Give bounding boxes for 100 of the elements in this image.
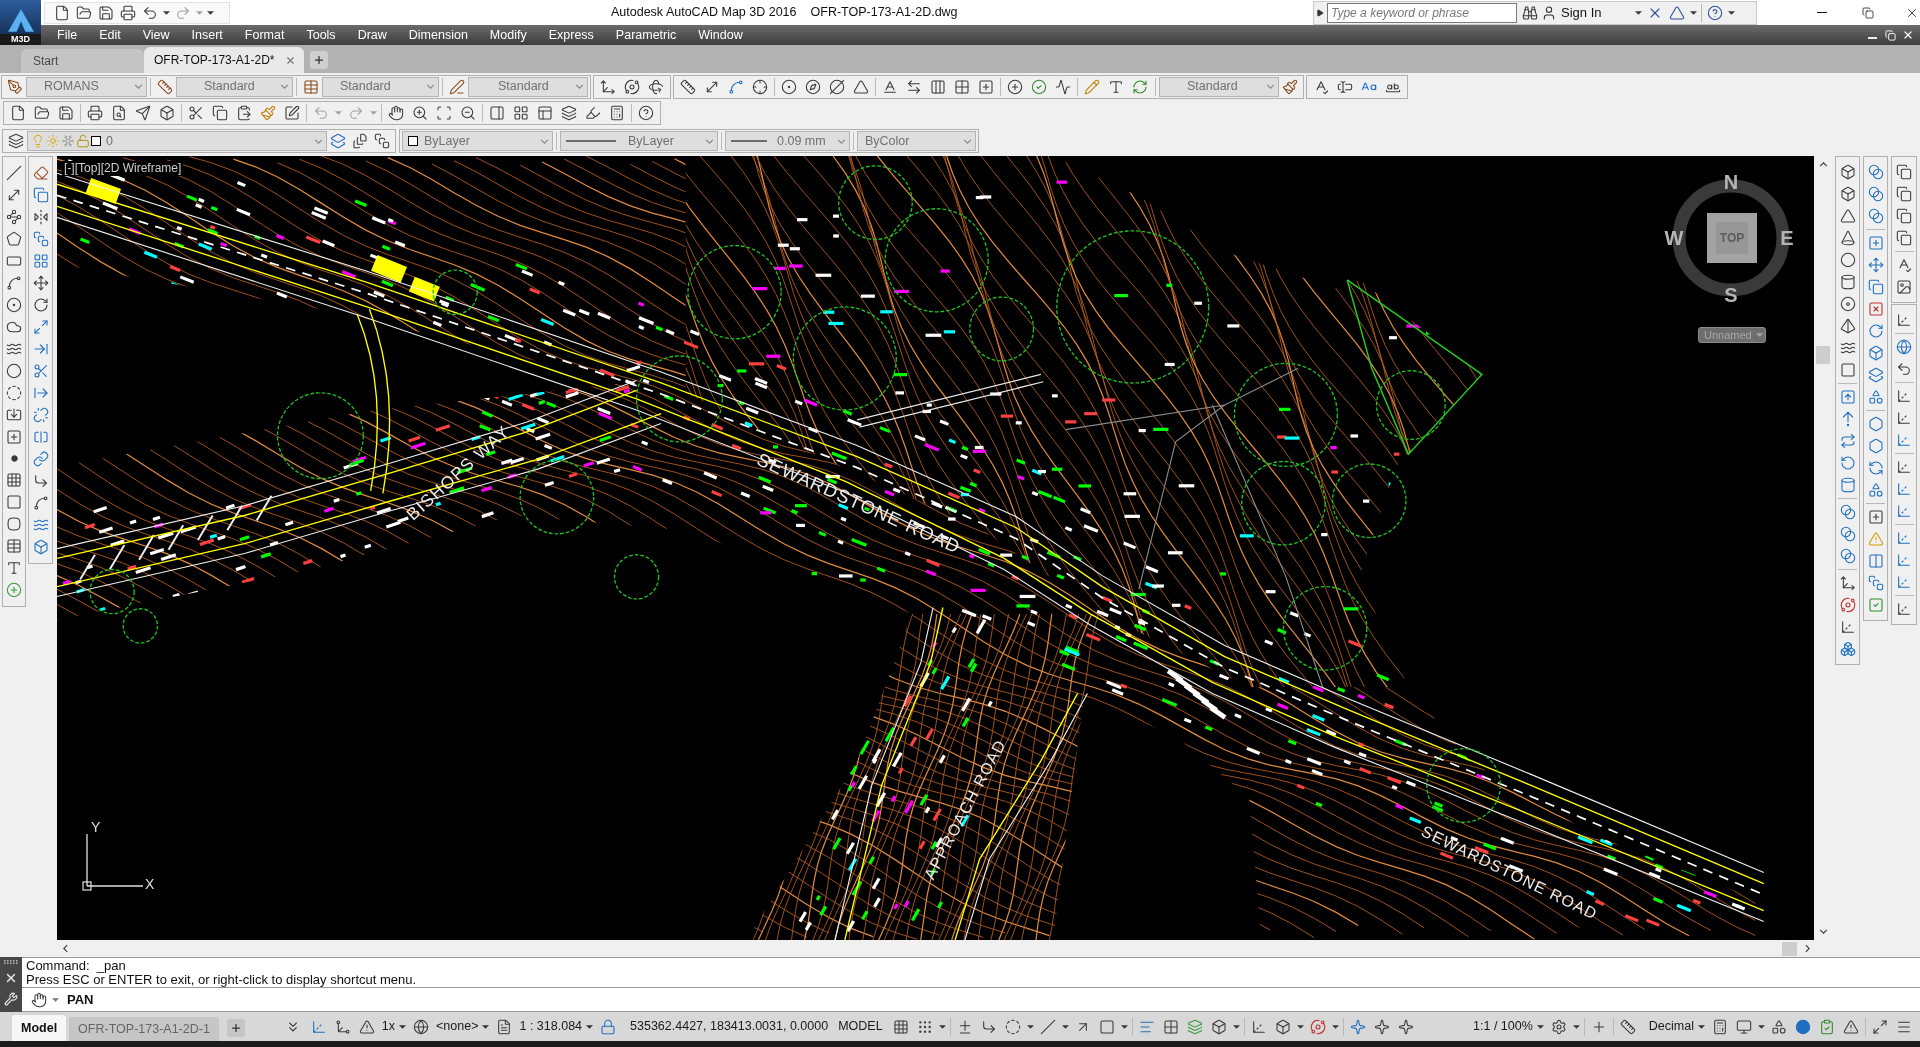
caret-icon[interactable] — [1331, 1024, 1339, 1029]
new-layout-button[interactable] — [226, 1019, 245, 1037]
repeat-icon[interactable] — [1839, 433, 1856, 449]
multileader-style-dropdown[interactable]: Standard — [468, 76, 588, 97]
cylinder-icon[interactable] — [1839, 274, 1856, 290]
cube-icon[interactable] — [1210, 1018, 1227, 1035]
cube-icon[interactable] — [1839, 186, 1856, 202]
grid-icon[interactable] — [513, 105, 529, 121]
orbit-icon[interactable] — [624, 78, 640, 95]
caret-icon[interactable] — [1120, 1024, 1128, 1029]
copy-icon[interactable] — [212, 105, 228, 121]
customize-caret-icon[interactable] — [207, 10, 214, 15]
cube-icon[interactable] — [1274, 1018, 1291, 1035]
axes-icon[interactable] — [1896, 410, 1912, 426]
crosshair-icon[interactable] — [752, 78, 768, 95]
columns-icon[interactable] — [1867, 553, 1884, 569]
table-icon[interactable] — [303, 78, 319, 95]
scroll-down-icon[interactable] — [1818, 929, 1828, 934]
square-x-icon[interactable] — [1867, 301, 1884, 317]
application-menu-button[interactable]: M3D — [0, 0, 41, 45]
panels-icon[interactable] — [537, 105, 553, 121]
cylinder-icon[interactable] — [1839, 477, 1856, 493]
scan-icon[interactable] — [436, 105, 452, 121]
cube-icon[interactable] — [1839, 164, 1856, 180]
move-arrows-icon[interactable] — [32, 275, 49, 291]
disc-icon[interactable] — [1839, 296, 1856, 312]
sparkle-icon[interactable] — [1397, 1018, 1414, 1035]
save-icon[interactable] — [98, 4, 114, 21]
ruler-icon[interactable] — [1619, 1018, 1636, 1035]
triangle-icon[interactable] — [853, 78, 869, 95]
overlapping-circles-icon[interactable] — [1839, 526, 1856, 542]
menu-item[interactable]: Express — [537, 25, 605, 45]
menu-item[interactable]: Dimension — [397, 25, 479, 45]
wave-icon[interactable] — [1839, 340, 1856, 356]
arrow-to-line-icon[interactable] — [32, 341, 49, 357]
dot-icon[interactable] — [10, 455, 18, 462]
coordinate-system-dropdown[interactable]: <none> — [433, 1015, 493, 1038]
refresh-icon[interactable] — [1132, 78, 1148, 95]
ruler-icon[interactable] — [680, 78, 696, 95]
close-icon[interactable] — [4, 971, 18, 985]
axes-icon[interactable] — [1896, 312, 1912, 328]
copy-icon[interactable] — [1896, 208, 1912, 224]
new-file-icon[interactable] — [10, 105, 26, 121]
text-input-icon[interactable] — [1337, 78, 1353, 95]
caret-icon[interactable] — [1690, 10, 1698, 15]
text-icon[interactable] — [6, 560, 22, 576]
baseline-icon[interactable] — [882, 78, 898, 95]
lock-icon[interactable] — [600, 1018, 617, 1035]
caret-icon[interactable] — [1635, 10, 1643, 15]
cube-icon[interactable] — [1867, 345, 1884, 361]
square-stack-icon[interactable] — [32, 231, 49, 247]
file-tab[interactable]: Start — [21, 49, 144, 73]
undo-icon[interactable] — [1896, 361, 1912, 377]
hexagon-icon[interactable] — [1867, 416, 1884, 432]
axes-icon[interactable] — [310, 1018, 327, 1035]
globe-icon[interactable] — [413, 1018, 430, 1035]
square-icon[interactable] — [1098, 1018, 1115, 1035]
copy-icon[interactable] — [1896, 186, 1912, 202]
ruler-icon[interactable] — [157, 78, 173, 95]
circle-dot-icon[interactable] — [6, 297, 22, 313]
waypoints-icon[interactable] — [6, 209, 22, 225]
layers-icon[interactable] — [561, 105, 577, 121]
overlapping-circles-icon[interactable] — [1867, 164, 1884, 180]
diagonal-arrows-icon[interactable] — [1872, 1018, 1888, 1035]
units-dropdown[interactable]: Decimal — [1645, 1015, 1708, 1038]
axes-icon[interactable] — [1896, 552, 1912, 568]
curve-icon[interactable] — [32, 495, 49, 511]
eraser-icon[interactable] — [32, 165, 49, 181]
zigzag-icon[interactable] — [1055, 78, 1071, 95]
lineweight-dropdown[interactable]: 0.09 mm — [725, 131, 850, 151]
cube-icon[interactable] — [159, 105, 175, 121]
restore-icon[interactable] — [1885, 29, 1896, 41]
orbit-icon[interactable] — [1839, 597, 1856, 613]
file-stack-icon[interactable] — [352, 133, 368, 149]
menu-item[interactable]: Insert — [180, 25, 234, 45]
help-icon[interactable] — [638, 105, 654, 121]
square-stack-icon[interactable] — [374, 133, 390, 149]
sign-in-button[interactable]: Sign In — [1541, 2, 1602, 23]
mirror-icon[interactable] — [32, 209, 49, 225]
compass-direction-label[interactable]: S — [1721, 282, 1741, 308]
dot-grid-icon[interactable] — [916, 1018, 933, 1035]
axes-icon[interactable] — [1896, 432, 1912, 448]
pyramid-icon[interactable] — [1839, 318, 1856, 334]
rectangle-icon[interactable] — [6, 253, 22, 269]
gear-icon[interactable] — [1550, 1018, 1567, 1035]
wave-icon[interactable] — [6, 341, 22, 357]
import-icon[interactable] — [6, 407, 22, 423]
file-tab[interactable]: OFR-TOP-173-A1-2D* — [144, 47, 304, 73]
help-icon[interactable] — [1707, 4, 1724, 21]
grid-icon[interactable] — [6, 472, 22, 488]
pencil-icon[interactable] — [1084, 78, 1100, 95]
filled-circle-icon[interactable] — [1795, 1018, 1811, 1035]
grid-icon[interactable] — [1162, 1018, 1179, 1035]
caret-icon[interactable] — [1728, 10, 1736, 15]
shapes-icon[interactable] — [1867, 389, 1884, 405]
menu-item[interactable]: Modify — [478, 25, 538, 45]
diagonal-arrows-icon[interactable] — [6, 187, 22, 203]
spell-check-icon[interactable] — [1313, 78, 1329, 95]
rotate-3d-icon[interactable] — [648, 78, 664, 95]
rotate-icon[interactable] — [1839, 455, 1856, 471]
